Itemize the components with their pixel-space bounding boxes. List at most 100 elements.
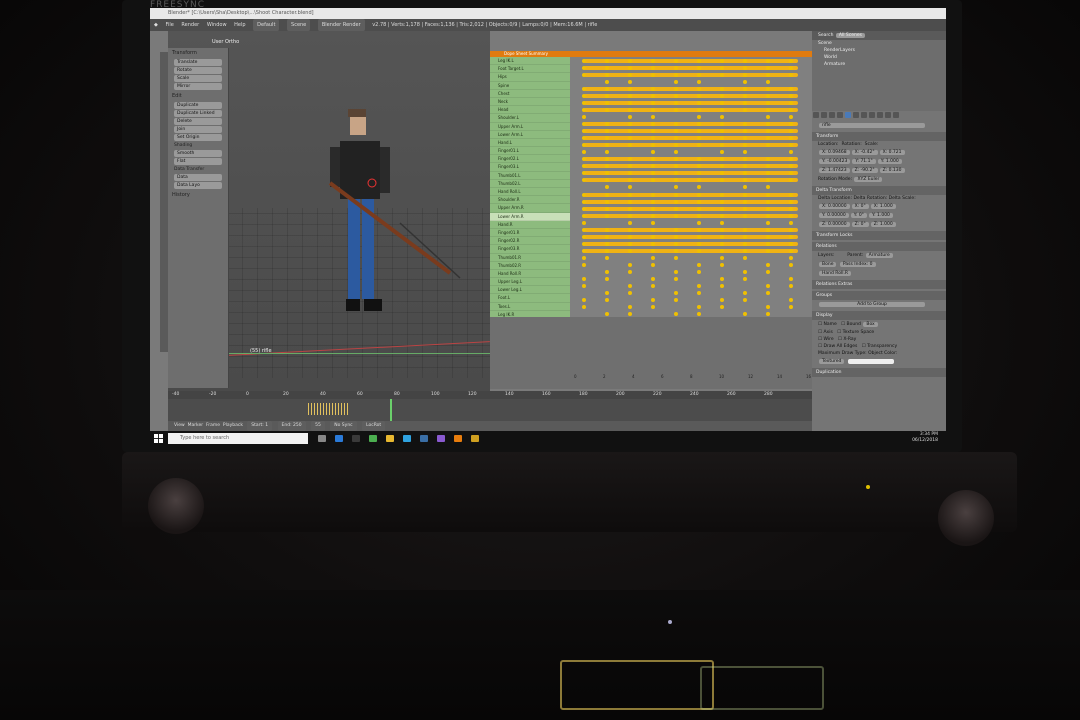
keyframe-marker[interactable] [743, 241, 747, 246]
object-color-swatch[interactable] [847, 359, 894, 364]
delta-scale-y[interactable]: Y: 1.000 [868, 213, 893, 218]
keyframe-marker[interactable] [651, 234, 655, 239]
keyframe-marker[interactable] [766, 59, 770, 63]
channel-row[interactable]: Finger03.L [490, 163, 570, 172]
keyframe-marker[interactable] [766, 213, 770, 218]
keyframe-marker[interactable] [674, 241, 678, 246]
character-model[interactable] [310, 103, 470, 353]
transform-locks-header[interactable]: Transform Locks [812, 231, 946, 240]
channel-row[interactable]: Thumb02.L [490, 180, 570, 188]
keyframe-marker[interactable] [720, 192, 724, 197]
keyframe-marker[interactable] [582, 276, 586, 281]
explorer-icon[interactable] [386, 435, 394, 442]
keyframe-marker[interactable] [582, 213, 586, 218]
add-to-group-button[interactable]: Add to Group [819, 302, 925, 307]
delta-location-y[interactable]: Y: 0.00000 [819, 213, 849, 218]
keyframe-marker[interactable] [674, 59, 678, 63]
keyframe-marker[interactable] [743, 255, 747, 260]
timeline-playhead[interactable] [390, 399, 392, 421]
channel-row[interactable]: Upper Arm.R [490, 204, 570, 213]
keyframe-marker[interactable] [651, 115, 655, 120]
keyframe-marker[interactable] [766, 234, 770, 239]
flat-button[interactable]: Flat [174, 158, 222, 165]
timeline-menu-playback[interactable]: Playback [223, 423, 243, 428]
channel-row[interactable]: Finger02.L [490, 155, 570, 164]
keyframe-marker[interactable] [720, 213, 724, 218]
keyframe-marker[interactable] [720, 276, 724, 281]
keyframe-marker[interactable] [720, 262, 724, 267]
keyframe-marker[interactable] [674, 150, 678, 155]
display-name-checkbox[interactable]: Name [823, 322, 836, 327]
keyframe-marker[interactable] [766, 248, 770, 253]
keyframe-marker[interactable] [651, 199, 655, 204]
keyframe-marker[interactable] [697, 206, 701, 211]
bound-type-select[interactable]: Box [863, 322, 878, 327]
delta-location-x[interactable]: X: 0.00000 [819, 204, 850, 209]
rotation-y-field[interactable]: Y: 71.1° [852, 159, 876, 164]
taskbar-clock[interactable]: 3:34 PM 06/12/2018 [912, 432, 938, 444]
properties-tabs[interactable] [812, 111, 946, 121]
display-bound-checkbox[interactable]: Bound [847, 322, 861, 327]
task-view-icon[interactable] [318, 435, 326, 442]
display-texture-space-checkbox[interactable]: Texture Space [843, 330, 875, 335]
keyframe-marker[interactable] [766, 262, 770, 267]
keyframe-marker[interactable] [789, 297, 793, 302]
keyframe-marker[interactable] [605, 227, 609, 232]
keyframe-marker[interactable] [789, 241, 793, 246]
delta-rotation-z[interactable]: Z: 0° [851, 222, 869, 227]
keyframe-marker[interactable] [651, 150, 655, 155]
channel-row[interactable]: Spine [490, 82, 570, 90]
parent-field[interactable]: Armature [865, 253, 893, 258]
photoshop-icon[interactable] [403, 435, 411, 442]
keyframe-marker[interactable] [743, 192, 747, 197]
keyframe-marker[interactable] [582, 248, 586, 253]
keyframe-marker[interactable] [720, 199, 724, 204]
keyframe-marker[interactable] [582, 227, 586, 232]
keyframe-marker[interactable] [766, 290, 770, 295]
keyframe-marker[interactable] [651, 297, 655, 302]
keyframe-marker[interactable] [789, 150, 793, 155]
channel-row[interactable]: Foot Target.L [490, 65, 570, 74]
keyframe-marker[interactable] [651, 241, 655, 246]
keyframe-marker[interactable] [582, 304, 586, 309]
keyframe-marker[interactable] [743, 297, 747, 302]
display-transparency-checkbox[interactable]: Transparency [867, 344, 897, 349]
channel-row[interactable]: Hand Roll.R [490, 270, 570, 279]
keyframe-marker[interactable] [743, 66, 747, 71]
keyframe-marker[interactable] [743, 213, 747, 218]
channel-row[interactable]: Shoulder.L [490, 114, 570, 123]
blender-icon[interactable]: ◆ [154, 19, 158, 31]
keyframe-marker[interactable] [720, 150, 724, 155]
windows-start-icon[interactable] [154, 434, 163, 443]
keyframe-marker[interactable] [674, 227, 678, 232]
channel-row[interactable]: Foot.L [490, 294, 570, 303]
keyframe-marker[interactable] [743, 185, 747, 190]
keyframe-marker[interactable] [789, 199, 793, 204]
keyframe-marker[interactable] [628, 304, 632, 309]
channel-row[interactable]: Thumb02.R [490, 262, 570, 270]
keyframe-marker[interactable] [743, 59, 747, 63]
keyframe-marker[interactable] [582, 262, 586, 267]
steam-icon[interactable] [420, 435, 428, 442]
keyframe-marker[interactable] [605, 80, 609, 85]
keyframe-marker[interactable] [697, 311, 701, 316]
keyframe-marker[interactable] [582, 59, 586, 63]
timeline-track[interactable] [168, 399, 812, 421]
keyframe-marker[interactable] [697, 66, 701, 71]
app-icon[interactable] [471, 435, 479, 442]
keyframe-marker[interactable] [697, 262, 701, 267]
mirror-button[interactable]: Mirror [174, 83, 222, 90]
keyframe-marker[interactable] [674, 255, 678, 260]
menu-help[interactable]: Help [234, 19, 245, 31]
keyframe-marker[interactable] [766, 311, 770, 316]
keyframe-marker[interactable] [582, 241, 586, 246]
keyframe-marker[interactable] [582, 283, 586, 288]
data-button[interactable]: Data [174, 174, 222, 181]
join-button[interactable]: Join [174, 126, 222, 133]
layout-select[interactable]: Default [253, 19, 280, 31]
keyframe-marker[interactable] [766, 185, 770, 190]
timeline-menu-view[interactable]: View [174, 423, 185, 428]
keyframe-marker[interactable] [766, 80, 770, 85]
menu-render[interactable]: Render [181, 19, 199, 31]
max-draw-type-select[interactable]: Textured [819, 359, 845, 364]
